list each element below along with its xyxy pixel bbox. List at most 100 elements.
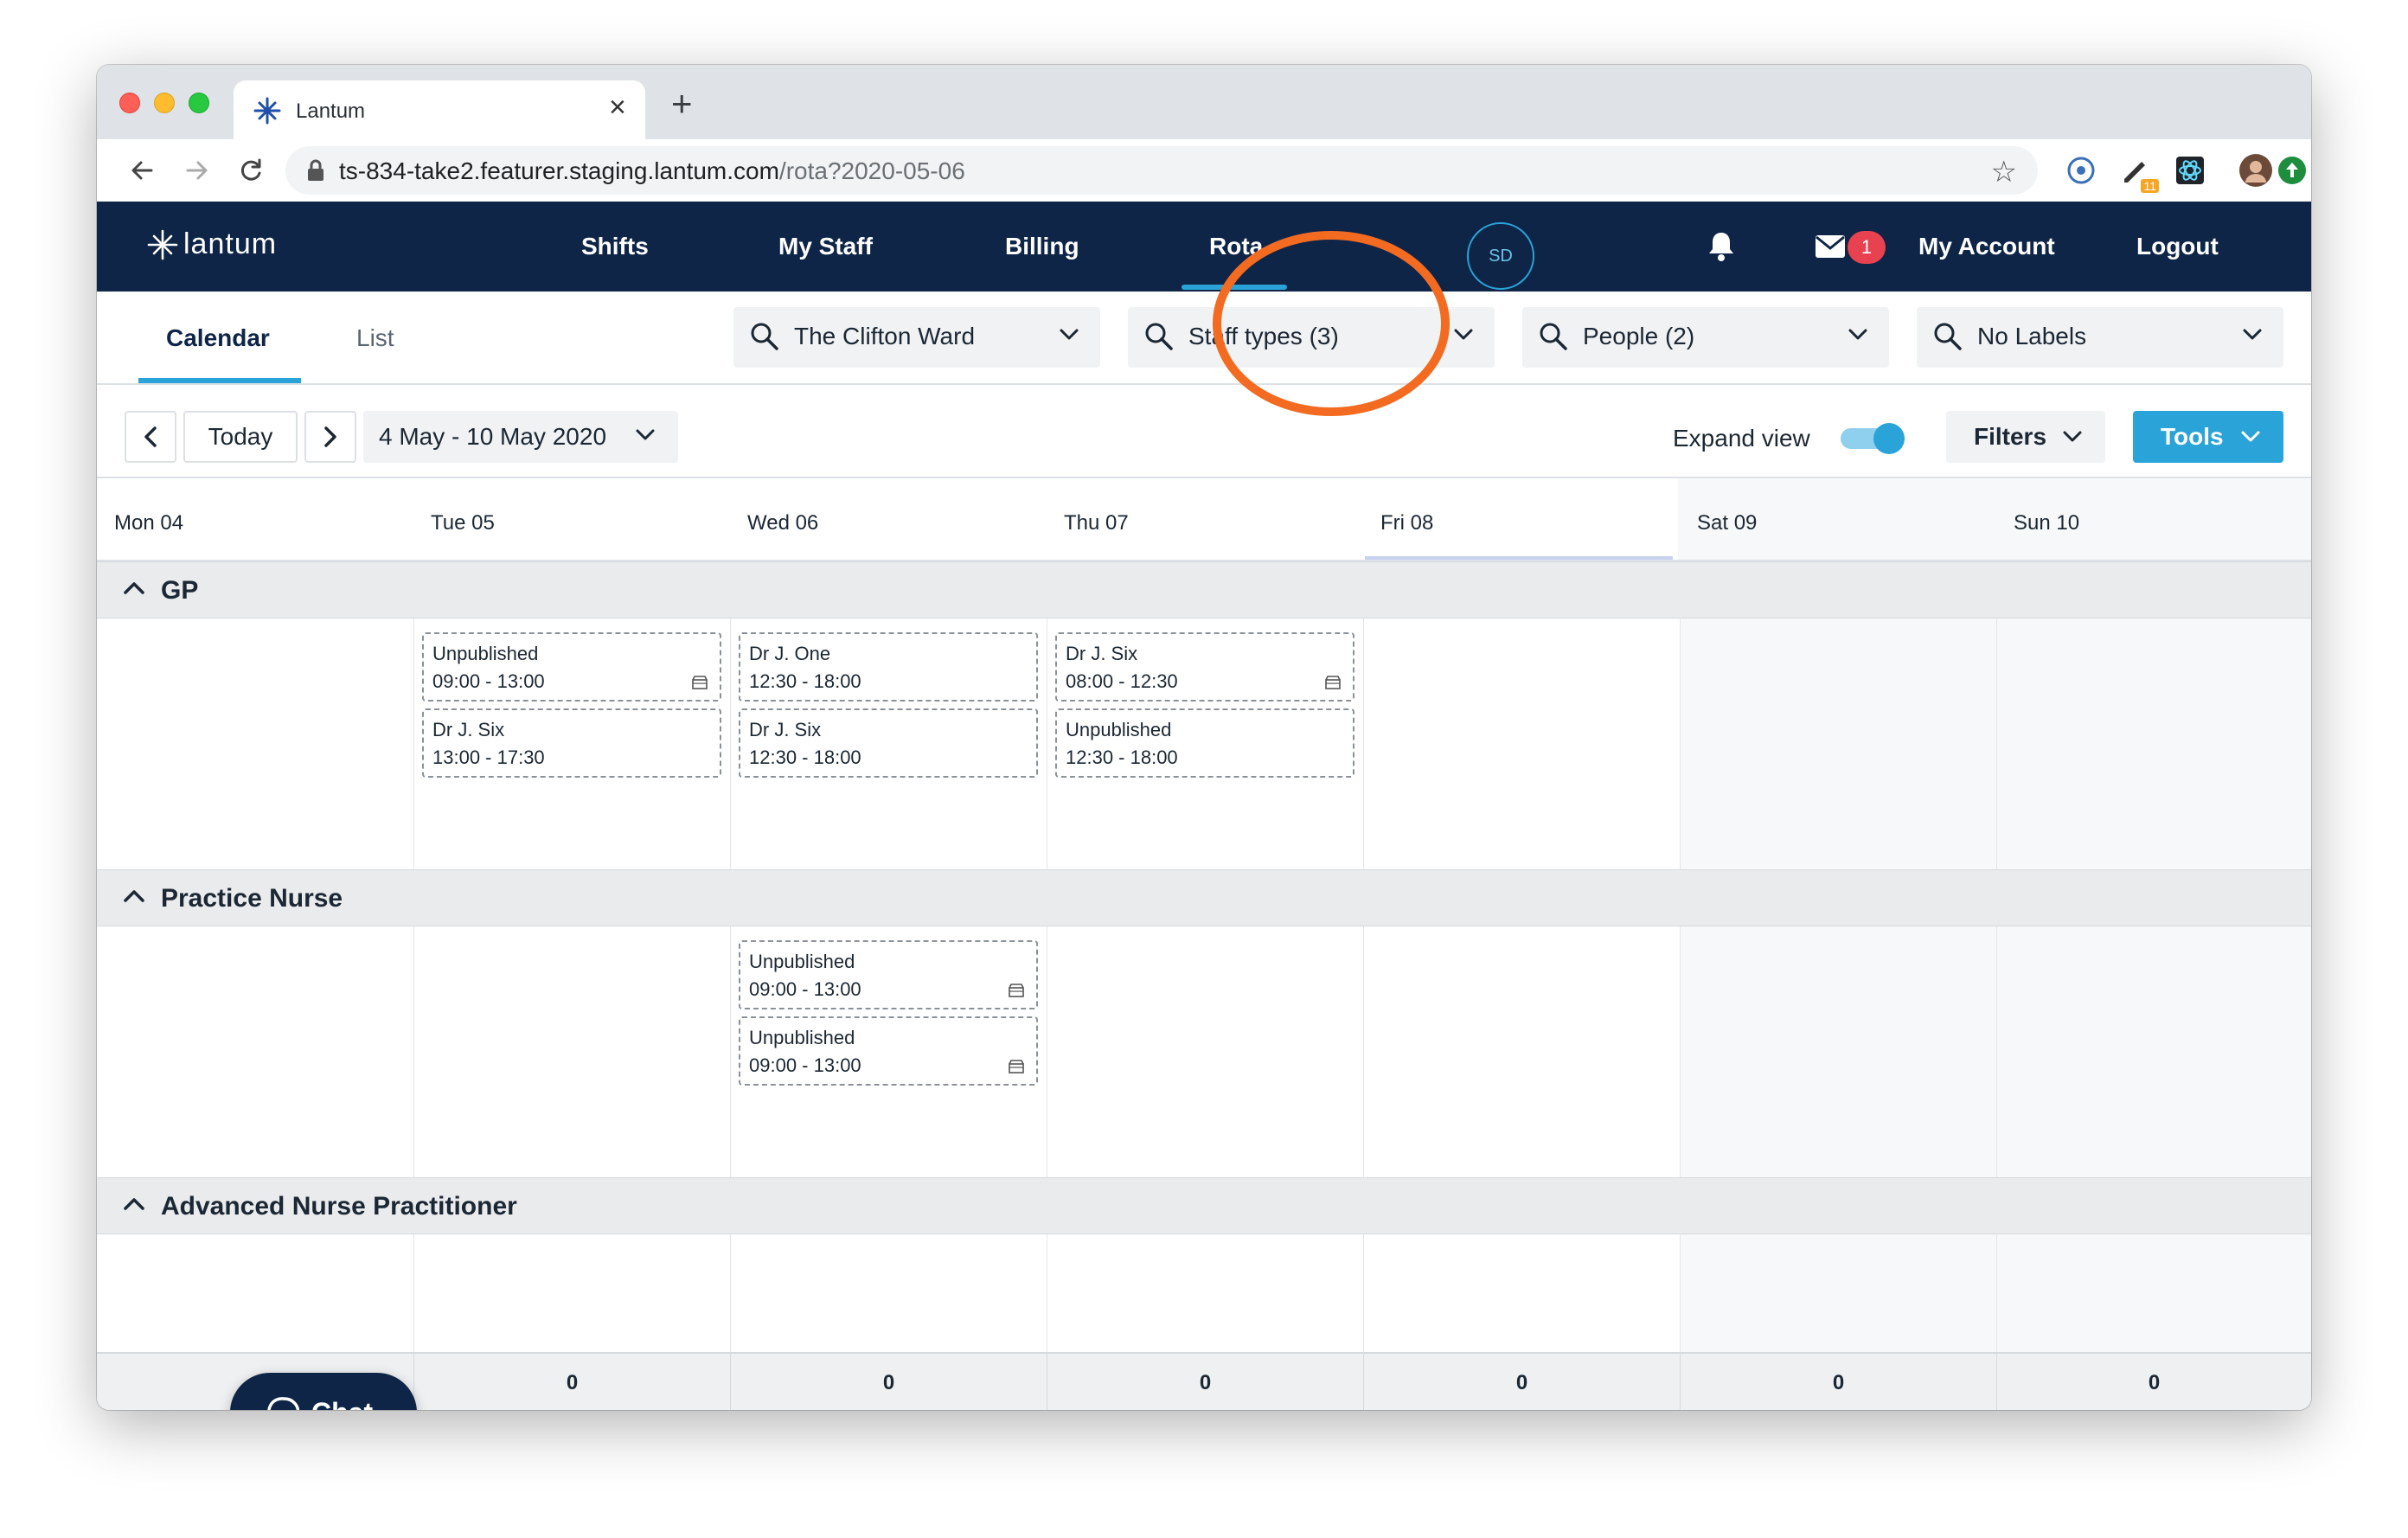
- reload-icon[interactable]: [230, 150, 272, 191]
- shift-card[interactable]: Unpublished 09:00 - 13:00: [739, 1016, 1038, 1086]
- shift-card[interactable]: Dr J. Six 08:00 - 12:30: [1055, 632, 1354, 702]
- day-cell[interactable]: [1996, 1234, 2311, 1352]
- market-icon: [1009, 984, 1024, 997]
- chevron-up-icon[interactable]: [123, 1195, 145, 1211]
- day-cell[interactable]: [1680, 1234, 1996, 1352]
- extension-pen-icon[interactable]: 11: [2117, 151, 2159, 193]
- day-cell[interactable]: [413, 1234, 730, 1352]
- shift-card[interactable]: Dr J. One 12:30 - 18:00: [739, 632, 1038, 702]
- people-filter[interactable]: People (2): [1522, 307, 1889, 368]
- chevron-down-icon: [636, 429, 655, 440]
- mail-icon[interactable]: [1815, 234, 1846, 259]
- day-cell[interactable]: [1047, 926, 1363, 1177]
- shift-time: 13:00 - 17:30: [432, 747, 545, 768]
- shift-assignee: Dr J. Six: [1066, 643, 1138, 664]
- nav-logout[interactable]: Logout: [2136, 233, 2219, 260]
- day-label: Sat 09: [1697, 511, 1758, 535]
- shift-card[interactable]: Dr J. Six 13:00 - 17:30: [422, 708, 721, 778]
- filters-button[interactable]: Filters: [1946, 411, 2105, 463]
- day-label: Tue 05: [431, 511, 495, 535]
- market-icon: [1009, 1060, 1024, 1073]
- section-header[interactable]: Advanced Nurse Practitioner: [97, 1177, 2311, 1234]
- day-cell[interactable]: [1680, 618, 1996, 869]
- today-button[interactable]: Today: [183, 411, 298, 463]
- react-devtools-icon[interactable]: [2171, 151, 2209, 189]
- lantum-star-icon: [147, 229, 178, 260]
- nav-shifts[interactable]: Shifts: [581, 233, 649, 260]
- chevron-down-icon: [2241, 431, 2260, 442]
- bell-icon[interactable]: [1707, 231, 1735, 262]
- address-bar[interactable]: ts-834-take2.featurer.staging.lantum.com…: [285, 146, 2038, 195]
- day-cell[interactable]: [1680, 926, 1996, 1177]
- chevron-up-icon[interactable]: [123, 888, 145, 903]
- update-icon[interactable]: [2273, 151, 2311, 189]
- app-header: lantum Shifts My Staff Billing Rota SD 1…: [97, 202, 2311, 292]
- day-cell[interactable]: [1363, 926, 1680, 1177]
- lantum-logo[interactable]: lantum: [147, 227, 277, 261]
- shift-assignee: Unpublished: [1066, 719, 1172, 740]
- tools-button-label: Tools: [2161, 423, 2224, 450]
- shift-card[interactable]: Dr J. Six 12:30 - 18:00: [739, 708, 1038, 778]
- filters-button-label: Filters: [1974, 423, 2047, 450]
- shift-assignee: Dr J. One: [749, 643, 831, 664]
- bookmark-star-icon[interactable]: ☆: [1991, 155, 2017, 189]
- close-tab-icon[interactable]: ×: [609, 93, 626, 122]
- section-header[interactable]: GP: [97, 561, 2311, 618]
- labels-filter[interactable]: No Labels: [1917, 307, 2283, 368]
- lock-icon: [308, 159, 323, 181]
- chevron-left-icon: [144, 426, 157, 447]
- day-cell[interactable]: [1047, 1234, 1363, 1352]
- previous-week-button[interactable]: [125, 411, 176, 463]
- totals-row: 000000: [97, 1352, 2311, 1410]
- shift-card[interactable]: Unpublished 09:00 - 13:00: [739, 940, 1038, 1009]
- chat-button[interactable]: Chat: [230, 1373, 417, 1410]
- shift-time: 12:30 - 18:00: [749, 747, 861, 768]
- day-cell[interactable]: [413, 926, 730, 1177]
- day-cell[interactable]: [97, 1234, 413, 1352]
- nav-my-staff[interactable]: My Staff: [778, 233, 873, 260]
- new-tab-icon[interactable]: +: [671, 86, 693, 122]
- search-icon: [1145, 323, 1173, 350]
- daily-total: 0: [730, 1354, 1047, 1410]
- day-cell[interactable]: [1996, 926, 2311, 1177]
- market-icon: [692, 676, 708, 689]
- user-avatar[interactable]: SD: [1467, 222, 1534, 290]
- day-cell[interactable]: [1363, 618, 1680, 869]
- market-icon: [1325, 676, 1341, 689]
- shift-time: 08:00 - 12:30: [1066, 670, 1178, 692]
- minimize-window-button[interactable]: [154, 93, 175, 113]
- tools-button[interactable]: Tools: [2133, 411, 2283, 463]
- location-filter-value: The Clifton Ward: [794, 323, 976, 349]
- expand-view-toggle[interactable]: [1841, 423, 1905, 454]
- chevron-down-icon: [2243, 329, 2262, 340]
- browser-tab[interactable]: Lantum ×: [234, 80, 645, 139]
- shift-card[interactable]: Unpublished 09:00 - 13:00: [422, 632, 721, 702]
- search-icon: [1540, 323, 1567, 350]
- day-cell[interactable]: [1363, 1234, 1680, 1352]
- daily-total: 0: [1047, 1354, 1363, 1410]
- tab-list[interactable]: List: [356, 324, 394, 352]
- nav-billing[interactable]: Billing: [1005, 233, 1079, 260]
- location-filter[interactable]: The Clifton Ward: [733, 307, 1100, 368]
- chevron-up-icon[interactable]: [123, 580, 145, 595]
- shift-card[interactable]: Unpublished 12:30 - 18:00: [1055, 708, 1354, 778]
- day-cell[interactable]: [730, 1234, 1047, 1352]
- back-icon[interactable]: [121, 150, 163, 191]
- next-week-button[interactable]: [304, 411, 356, 463]
- daily-total: 0: [1996, 1354, 2311, 1410]
- labels-filter-value: No Labels: [1977, 323, 2087, 349]
- date-range-select[interactable]: 4 May - 10 May 2020: [363, 411, 678, 463]
- maximize-window-button[interactable]: [189, 93, 209, 113]
- forward-icon[interactable]: [176, 150, 218, 191]
- tab-calendar[interactable]: Calendar: [166, 324, 270, 352]
- day-cell[interactable]: [1996, 618, 2311, 869]
- day-cell[interactable]: [97, 618, 413, 869]
- section-header[interactable]: Practice Nurse: [97, 869, 2311, 926]
- day-label: Thu 07: [1064, 511, 1129, 535]
- close-window-button[interactable]: [119, 93, 140, 113]
- extension-password-icon[interactable]: [2062, 151, 2100, 189]
- nav-my-account[interactable]: My Account: [1918, 233, 2055, 260]
- profile-avatar-icon[interactable]: [2237, 151, 2275, 189]
- day-cell[interactable]: [97, 926, 413, 1177]
- shift-time: 09:00 - 13:00: [749, 978, 861, 1000]
